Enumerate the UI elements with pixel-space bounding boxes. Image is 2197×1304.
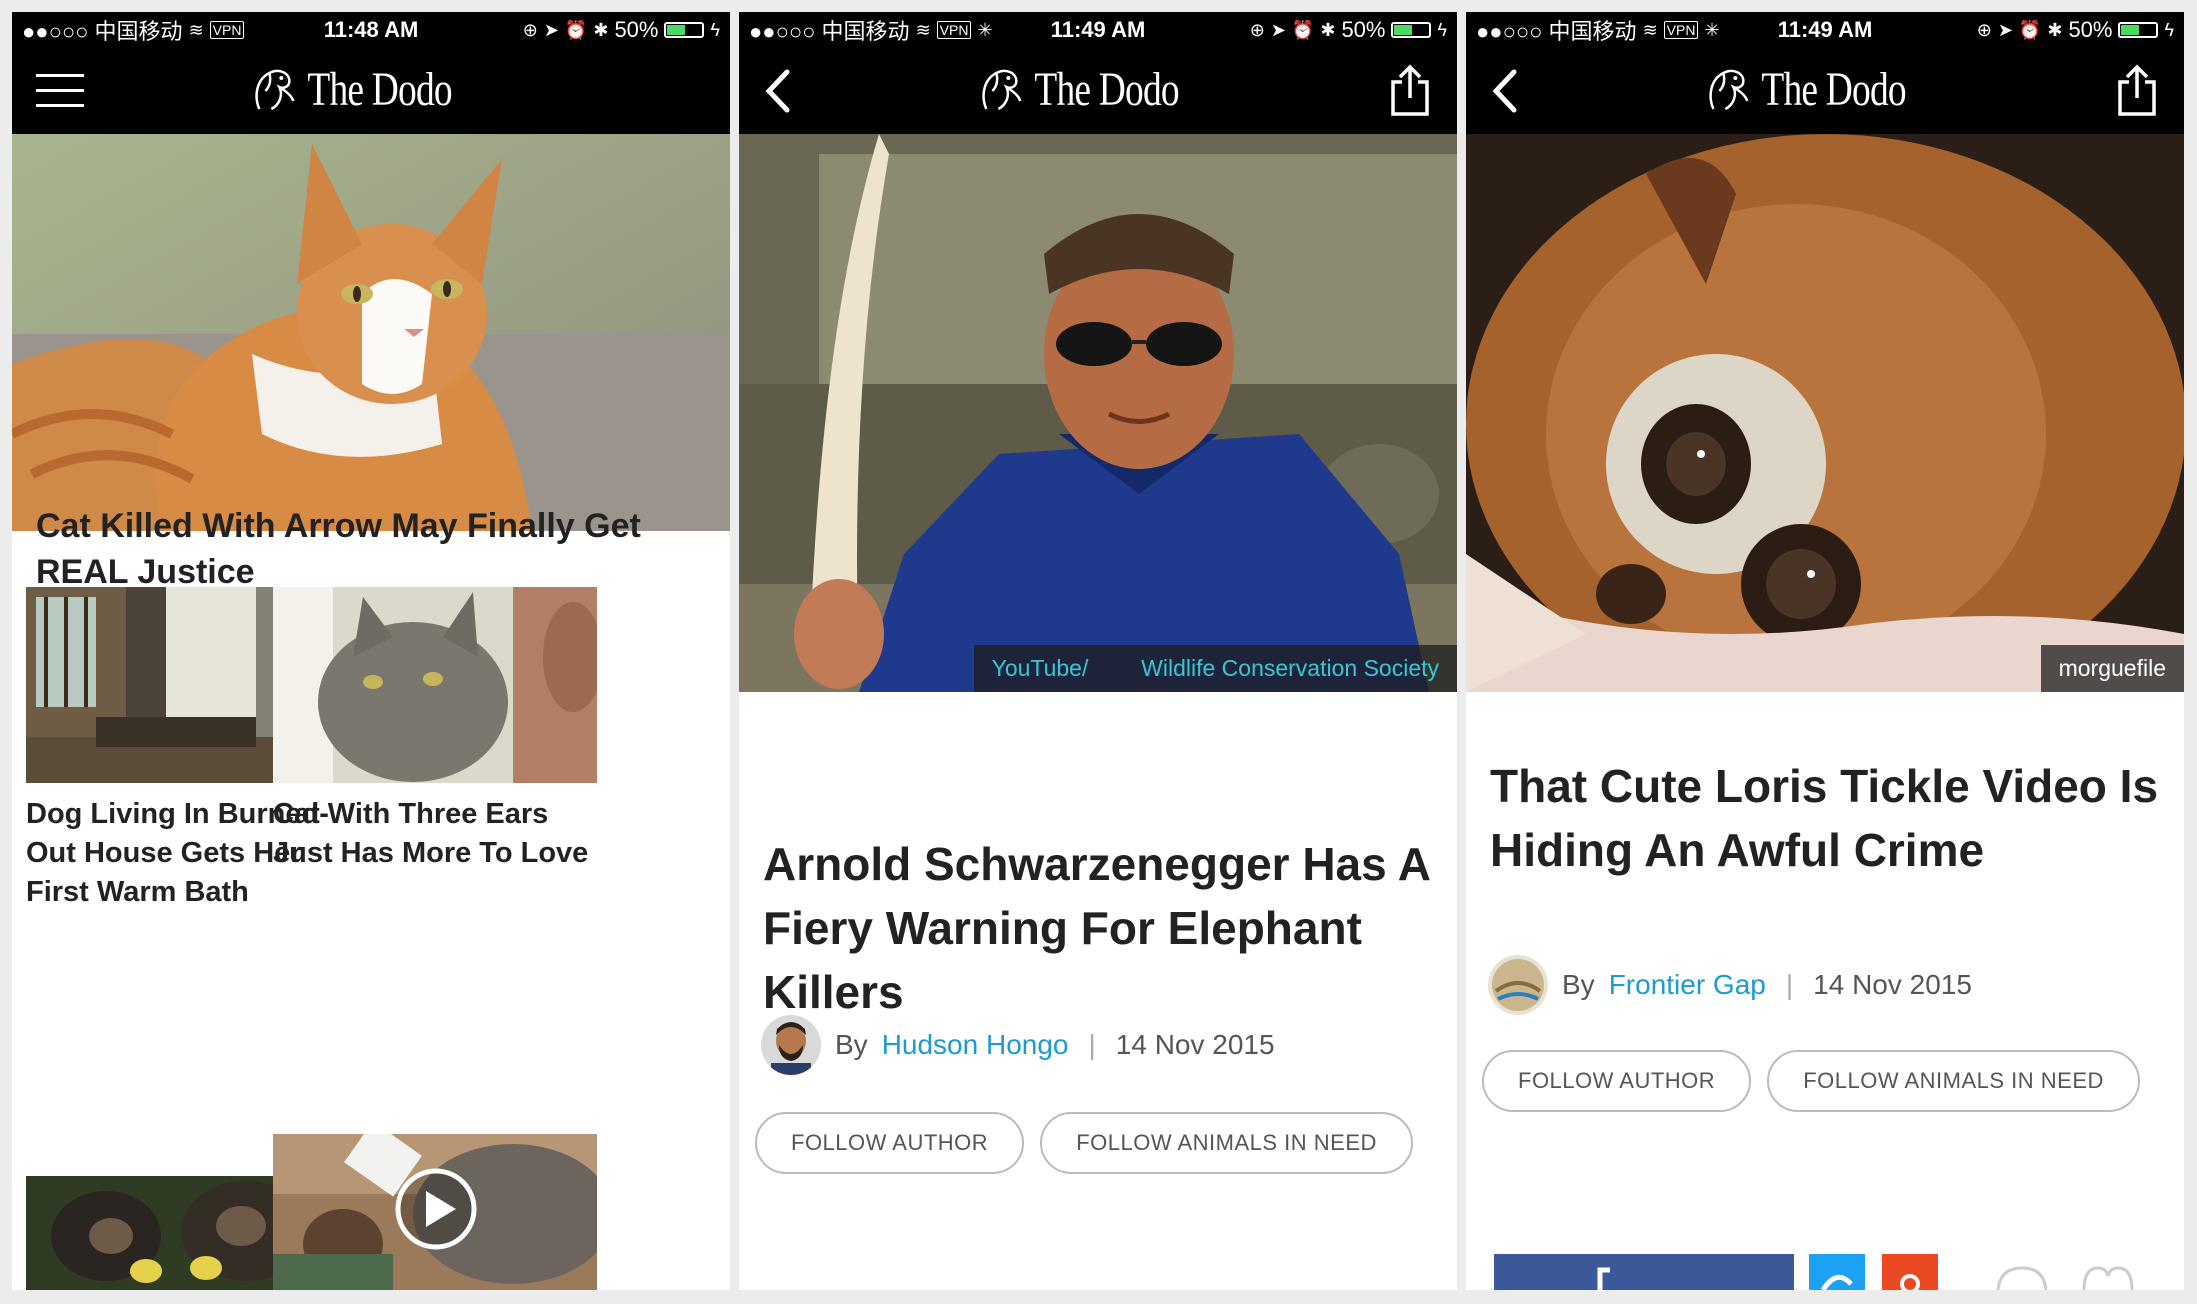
author-avatar[interactable]: [761, 1015, 821, 1075]
battery-icon: [2118, 22, 2159, 38]
wifi-icon: ≋: [1642, 19, 1658, 40]
author-link[interactable]: Hudson Hongo: [882, 1029, 1069, 1061]
follow-buttons: FOLLOW AUTHOR FOLLOW ANIMALS IN NEED: [1482, 1050, 2140, 1112]
article-hero-image[interactable]: YouTube/ Wildlife Conservation Society: [739, 134, 1457, 692]
alarm-icon: ⏰: [2018, 19, 2042, 40]
lead-story-image[interactable]: [12, 134, 730, 531]
story-card[interactable]: Cat With Three Ears Just Has More To Lov…: [273, 587, 597, 873]
follow-author-button[interactable]: FOLLOW AUTHOR: [1482, 1050, 1752, 1112]
publish-date: 14 Nov 2015: [1115, 1029, 1275, 1060]
bluetooth-icon: ✱: [1320, 19, 1336, 40]
charging-icon: ϟ: [1437, 19, 1448, 40]
charging-icon: ϟ: [2164, 19, 2175, 40]
brand-logo[interactable]: The Dodo: [249, 62, 492, 117]
carrier-label: ●●○○○ 中国移动: [22, 19, 183, 44]
dodo-bird-icon: [982, 69, 1022, 110]
hamburger-menu-icon[interactable]: [36, 68, 86, 114]
screen-article-arnold: ●●○○○ 中国移动 ≋ VPN ✳ 11:49 AM ⊕ ➤ ⏰ ✱ 50% …: [739, 12, 1457, 1290]
nav-bar: The Dodo: [739, 48, 1457, 134]
nav-bar: The Dodo: [1466, 48, 2184, 134]
status-bar: ●●○○○ 中国移动 ≋ VPN ✳ 11:49 AM ⊕ ➤ ⏰ ✱ 50% …: [1466, 12, 2184, 48]
byline-by-label: By: [1562, 969, 1595, 1000]
photo-credit: YouTube/ Wildlife Conservation Society: [973, 645, 1457, 692]
share-icon[interactable]: [2112, 64, 2162, 118]
vpn-badge: VPN: [209, 21, 245, 39]
story-thumbnail: [273, 587, 597, 783]
publish-date: 14 Nov 2015: [1813, 969, 1972, 1000]
battery-icon: [1391, 22, 1432, 38]
activity-spinner-icon: ✳: [977, 19, 993, 40]
play-video-icon[interactable]: [394, 1167, 478, 1256]
vpn-badge: VPN: [1663, 21, 1699, 39]
back-chevron-icon[interactable]: [759, 66, 809, 113]
status-time: 11:49 AM: [1050, 17, 1146, 42]
stumbleupon-share-button[interactable]: [1882, 1254, 1938, 1290]
screen-home-feed: ●●○○○ 中国移动 ≋ VPN 11:48 AM ⊕ ➤ ⏰ ✱ 50% ϟ …: [12, 12, 730, 1290]
follow-animals-button[interactable]: FOLLOW ANIMALS IN NEED: [1767, 1050, 2140, 1112]
battery-percent: 50%: [2068, 17, 2113, 42]
vpn-badge: VPN: [936, 21, 972, 39]
credit-source-link[interactable]: YouTube/: [992, 655, 1089, 681]
activity-spinner-icon: ✳: [1704, 19, 1720, 40]
status-time: 11:49 AM: [1777, 17, 1873, 42]
byline-divider: |: [1785, 969, 1794, 1000]
brand-logo[interactable]: The Dodo: [976, 62, 1219, 117]
back-chevron-icon[interactable]: [1486, 66, 1536, 113]
status-time: 11:48 AM: [323, 17, 419, 42]
bluetooth-icon: ✱: [593, 19, 609, 40]
story-thumbnail: [273, 1134, 597, 1290]
comment-icon[interactable]: [1992, 1254, 2052, 1290]
wifi-icon: ≋: [915, 19, 931, 40]
twitter-share-button[interactable]: [1809, 1254, 1865, 1290]
article-title: That Cute Loris Tickle Video Is Hiding A…: [1490, 760, 2159, 876]
alarm-icon: ⏰: [564, 19, 588, 40]
lead-story-title[interactable]: Cat Killed With Arrow May Finally Get RE…: [36, 503, 708, 595]
follow-author-button[interactable]: FOLLOW AUTHOR: [755, 1112, 1025, 1174]
status-bar: ●●○○○ 中国移动 ≋ VPN 11:48 AM ⊕ ➤ ⏰ ✱ 50% ϟ: [12, 12, 730, 48]
wifi-icon: ≋: [188, 19, 204, 40]
rotation-lock-icon: ⊕: [522, 19, 538, 40]
screen-article-loris: ●●○○○ 中国移动 ≋ VPN ✳ 11:49 AM ⊕ ➤ ⏰ ✱ 50% …: [1466, 12, 2184, 1290]
dodo-bird-icon: [255, 69, 295, 110]
byline-by-label: By: [835, 1029, 868, 1060]
charging-icon: ϟ: [710, 19, 721, 40]
facebook-share-button[interactable]: [1494, 1254, 1794, 1290]
bluetooth-icon: ✱: [2047, 19, 2063, 40]
photo-credit: morguefile: [2040, 645, 2184, 692]
battery-percent: 50%: [614, 17, 659, 42]
author-link[interactable]: Frontier Gap: [1609, 969, 1766, 1001]
battery-percent: 50%: [1341, 17, 1386, 42]
heart-icon[interactable]: [2078, 1254, 2138, 1290]
alarm-icon: ⏰: [1291, 19, 1315, 40]
article-byline: By Hudson Hongo | 14 Nov 2015: [761, 1015, 1275, 1075]
location-icon: ➤: [1997, 19, 2013, 40]
share-icon[interactable]: [1385, 64, 1435, 118]
credit-owner-link[interactable]: Wildlife Conservation Society: [1141, 655, 1439, 681]
article-hero-image[interactable]: morguefile: [1466, 134, 2184, 692]
article-title: Arnold Schwarzenegger Has A Fiery Warnin…: [763, 838, 1430, 1018]
carrier-label: ●●○○○ 中国移动: [1476, 19, 1637, 44]
brand-name: The Dodo: [1761, 63, 1906, 116]
byline-divider: |: [1088, 1029, 1096, 1060]
location-icon: ➤: [1270, 19, 1286, 40]
brand-name: The Dodo: [307, 63, 452, 116]
nav-bar: The Dodo: [12, 48, 730, 134]
battery-icon: [664, 22, 705, 38]
carrier-label: ●●○○○ 中国移动: [749, 19, 910, 44]
author-avatar[interactable]: [1488, 955, 1548, 1015]
brand-logo[interactable]: The Dodo: [1703, 62, 1946, 117]
dodo-bird-icon: [1709, 69, 1749, 110]
brand-name: The Dodo: [1034, 63, 1179, 116]
follow-buttons: FOLLOW AUTHOR FOLLOW ANIMALS IN NEED: [755, 1112, 1413, 1174]
rotation-lock-icon: ⊕: [1249, 19, 1265, 40]
location-icon: ➤: [543, 19, 559, 40]
story-card-title: Cat With Three Ears Just Has More To Lov…: [273, 798, 589, 869]
status-bar: ●●○○○ 中国移动 ≋ VPN ✳ 11:49 AM ⊕ ➤ ⏰ ✱ 50% …: [739, 12, 1457, 48]
follow-animals-button[interactable]: FOLLOW ANIMALS IN NEED: [1040, 1112, 1413, 1174]
story-card[interactable]: [273, 1134, 597, 1290]
article-byline: By Frontier Gap | 14 Nov 2015: [1488, 955, 1972, 1015]
rotation-lock-icon: ⊕: [1976, 19, 1992, 40]
